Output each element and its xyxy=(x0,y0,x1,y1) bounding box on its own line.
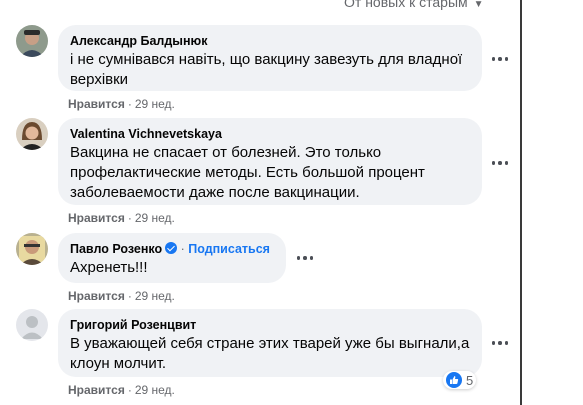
comment-text: Вакцина не спасает от болезней. Это толь… xyxy=(70,144,425,201)
verified-badge-icon xyxy=(165,242,178,254)
more-icon[interactable] xyxy=(295,248,315,268)
reaction-summary[interactable]: 5 xyxy=(443,371,477,389)
comment-author[interactable]: Павло Розенко xyxy=(70,242,162,256)
comment-actions: Нравится · 29 нед. xyxy=(68,97,175,111)
comment-bubble: Valentina Vichnevetskaya Вакцина не спас… xyxy=(58,118,482,205)
avatar[interactable] xyxy=(16,309,48,341)
avatar[interactable] xyxy=(16,25,48,57)
comment-time[interactable]: 29 нед. xyxy=(135,289,175,303)
more-icon[interactable] xyxy=(490,333,510,353)
sort-dropdown[interactable]: От новых к старым ▼ xyxy=(344,0,484,10)
comment-actions: Нравится · 29 нед. xyxy=(68,383,175,397)
sort-label: От новых к старым xyxy=(344,0,468,10)
comment-bubble: Григорий Розенцвит В уважающей себя стра… xyxy=(58,309,482,377)
comment-text: В уважающей себя стране этих тварей уже … xyxy=(70,335,470,372)
avatar[interactable] xyxy=(16,233,48,265)
comment-author[interactable]: Valentina Vichnevetskaya xyxy=(70,126,470,142)
reaction-count: 5 xyxy=(466,372,474,388)
comment-author[interactable]: Григорий Розенцвит xyxy=(70,317,470,333)
subscribe-button[interactable]: Подписаться xyxy=(188,242,270,256)
like-button[interactable]: Нравится xyxy=(68,289,125,303)
comment-author[interactable]: Александр Балдынюк xyxy=(70,33,470,49)
like-button[interactable]: Нравится xyxy=(68,97,125,111)
comment-text: і не сумнівався навіть, що вакцину завез… xyxy=(70,51,463,88)
comment-actions: Нравится · 29 нед. xyxy=(68,211,175,225)
more-icon[interactable] xyxy=(490,153,510,173)
like-button[interactable]: Нравится xyxy=(68,383,125,397)
comment-text: Ахренеть!!! xyxy=(70,259,148,276)
panel-edge xyxy=(520,0,522,405)
comment-bubble: Павло Розенко · Подписаться Ахренеть!!! xyxy=(58,233,286,283)
more-icon[interactable] xyxy=(490,49,510,69)
comment-time[interactable]: 29 нед. xyxy=(135,211,175,225)
comment-time[interactable]: 29 нед. xyxy=(135,97,175,111)
comment-actions: Нравится · 29 нед. xyxy=(68,289,175,303)
comment-bubble: Александр Балдынюк і не сумнівався навіт… xyxy=(58,25,482,91)
avatar[interactable] xyxy=(16,118,48,150)
like-button[interactable]: Нравится xyxy=(68,211,125,225)
like-reaction-icon xyxy=(446,372,462,388)
comment-author-row: Павло Розенко · Подписаться xyxy=(70,242,270,256)
comment-time[interactable]: 29 нед. xyxy=(135,383,175,397)
chevron-down-icon: ▼ xyxy=(473,0,484,10)
